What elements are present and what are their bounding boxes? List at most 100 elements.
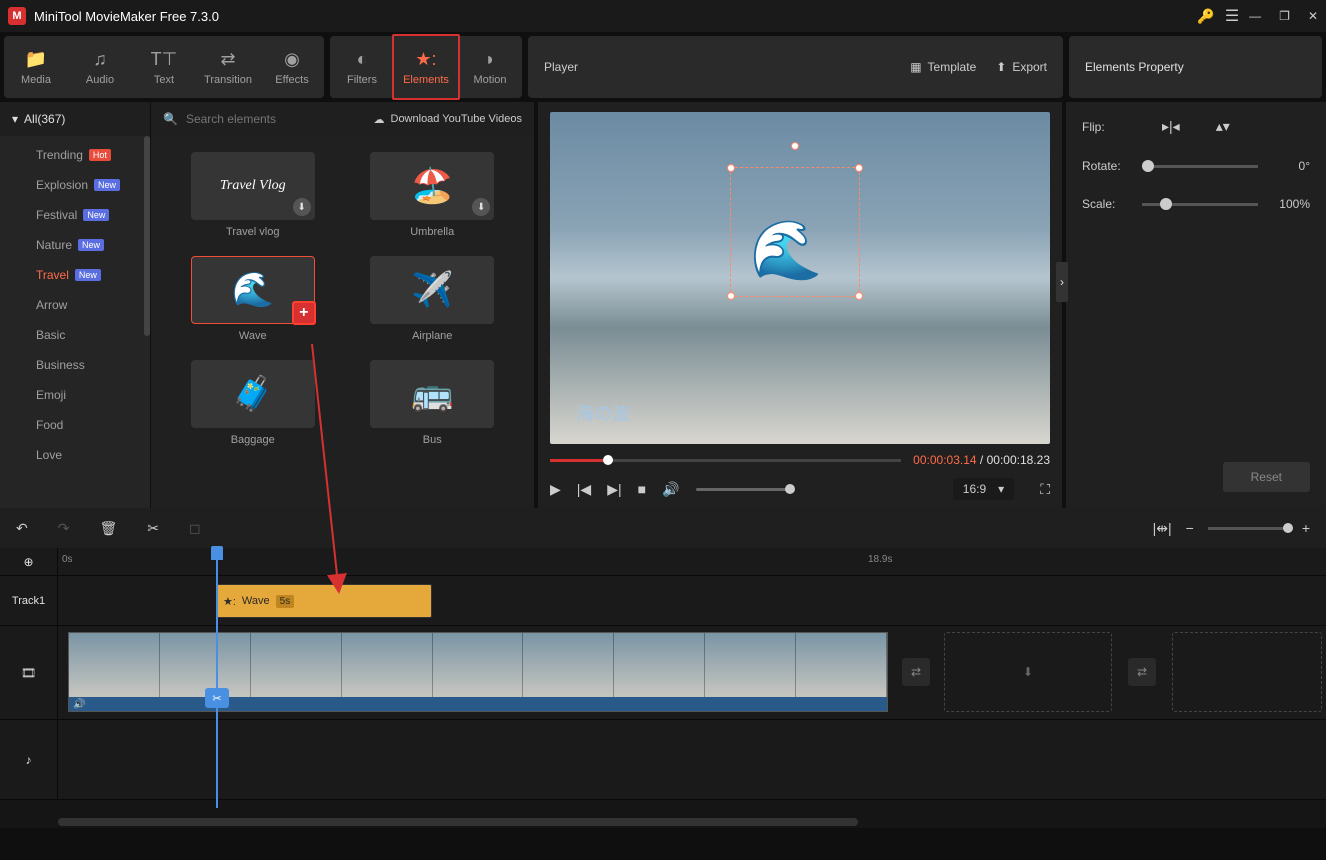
element-card-bus[interactable]: 🚌Bus [361, 360, 505, 446]
badge-hot: Hot [89, 149, 111, 161]
playhead-cut-button[interactable]: ✂ [205, 688, 229, 708]
element-thumb[interactable]: ✈️ [370, 256, 494, 324]
drop-slot-2[interactable] [1172, 632, 1322, 712]
element-card-baggage[interactable]: 🧳 Baggage [181, 360, 325, 446]
video-track-icon: 🎞 [0, 626, 58, 719]
categories-all[interactable]: ▾All(367) [0, 102, 150, 136]
fullscreen-button[interactable]: ⛶ [1040, 481, 1050, 498]
element-thumb[interactable]: Travel Vlog⬇ [191, 152, 315, 220]
fit-timeline-button[interactable]: |⇹| [1153, 520, 1172, 537]
export-button[interactable]: ⬆Export [996, 60, 1047, 74]
video-clip[interactable]: 🔊 [68, 632, 888, 712]
element-clip-wave[interactable]: ★: Wave 5s [216, 584, 432, 618]
transition-slot-1[interactable]: ⇄ [902, 658, 930, 686]
timeline-ruler[interactable]: 0s 18.9s [58, 548, 1326, 575]
category-business[interactable]: Business [0, 350, 150, 380]
delete-button[interactable]: 🗑 [99, 520, 117, 537]
badge-new: New [78, 239, 104, 251]
next-frame-button[interactable]: ▶| [607, 481, 621, 498]
properties-panel: › Flip: ▸|◂ ▴▾ Rotate: 0° Scale: 100% Re… [1066, 102, 1326, 508]
tab-audio[interactable]: ♫Audio [68, 36, 132, 98]
handle-rotate[interactable] [791, 142, 799, 150]
timeline: ⊕ 0s 18.9s Track1 ★: Wave 5s 🎞 🔊 ⇄ ⬇ ⇄ [0, 548, 1326, 828]
close-icon[interactable]: ✕ [1308, 9, 1318, 23]
time-display: 00:00:03.14 / 00:00:18.23 [913, 453, 1050, 467]
preview-canvas[interactable]: 🌊 海の波 [550, 112, 1050, 444]
redo-button[interactable]: ↷ [58, 520, 70, 537]
music-icon: ♫ [93, 49, 107, 70]
split-button[interactable]: ✂ [147, 520, 159, 537]
flip-horizontal-button[interactable]: ▸|◂ [1162, 118, 1180, 135]
rotate-slider[interactable] [1142, 165, 1258, 168]
category-arrow[interactable]: Arrow [0, 290, 150, 320]
element-thumb[interactable]: 🧳 [191, 360, 315, 428]
flip-vertical-button[interactable]: ▴▾ [1216, 118, 1230, 135]
zoom-slider[interactable] [1208, 527, 1288, 530]
undo-button[interactable]: ↶ [16, 520, 28, 537]
category-festival[interactable]: FestivalNew [0, 200, 150, 230]
categories-scrollbar[interactable] [144, 136, 150, 336]
category-trending[interactable]: TrendingHot [0, 140, 150, 170]
hamburger-icon[interactable]: ☰ [1225, 6, 1239, 26]
handle-br[interactable] [855, 292, 863, 300]
key-icon[interactable]: 🔑 [1197, 8, 1214, 25]
category-food[interactable]: Food [0, 410, 150, 440]
secondary-tabs: ◐Filters ★:Elements ◗Motion [330, 36, 522, 98]
handle-bl[interactable] [727, 292, 735, 300]
category-basic[interactable]: Basic [0, 320, 150, 350]
tab-media[interactable]: 📁Media [4, 36, 68, 98]
crop-button[interactable]: ◻ [189, 520, 201, 537]
collapse-props-button[interactable]: › [1056, 262, 1068, 302]
element-thumb[interactable]: 🚌 [370, 360, 494, 428]
minimize-icon[interactable]: — [1249, 9, 1261, 23]
element-label: Baggage [231, 434, 275, 446]
volume-slider[interactable] [696, 488, 790, 491]
tab-elements[interactable]: ★:Elements [394, 36, 458, 98]
tab-filters[interactable]: ◐Filters [330, 36, 394, 98]
play-button[interactable]: ▶ [550, 481, 561, 498]
reset-button[interactable]: Reset [1223, 462, 1310, 492]
zoom-out-button[interactable]: − [1186, 520, 1194, 536]
tab-text[interactable]: T⊤Text [132, 36, 196, 98]
add-element-button[interactable]: + [292, 301, 316, 325]
scale-slider[interactable] [1142, 203, 1258, 206]
add-track-button[interactable]: ⊕ [0, 548, 58, 575]
element-card-travel-vlog[interactable]: Travel Vlog⬇Travel vlog [181, 152, 325, 238]
template-button[interactable]: ▦Template [910, 60, 976, 74]
element-thumb[interactable]: 🏖️⬇ [370, 152, 494, 220]
prev-frame-button[interactable]: |◀ [577, 481, 591, 498]
stop-button[interactable]: ■ [638, 481, 646, 497]
player-header: Player ▦Template ⬆Export [528, 36, 1063, 98]
seek-bar[interactable]: 00:00:03.14 / 00:00:18.23 [550, 450, 1050, 470]
element-card-wave[interactable]: 🌊+Wave [181, 256, 325, 342]
handle-tl[interactable] [727, 164, 735, 172]
element-card-umbrella[interactable]: 🏖️⬇Umbrella [361, 152, 505, 238]
volume-icon[interactable]: 🔊 [662, 481, 679, 498]
selection-box[interactable] [730, 167, 860, 297]
playhead[interactable]: ✂ [216, 548, 218, 808]
tab-motion[interactable]: ◗Motion [458, 36, 522, 98]
category-explosion[interactable]: ExplosionNew [0, 170, 150, 200]
category-love[interactable]: Love [0, 440, 150, 470]
tab-effects[interactable]: ◉Effects [260, 36, 324, 98]
search-input[interactable] [186, 112, 366, 126]
timeline-hscrollbar[interactable] [58, 818, 858, 826]
element-card-airplane[interactable]: ✈️Airplane [361, 256, 505, 342]
element-thumb[interactable]: 🌊+ [191, 256, 315, 324]
download-youtube-button[interactable]: ☁Download YouTube Videos [374, 113, 523, 126]
maximize-icon[interactable]: ❐ [1279, 9, 1290, 23]
rotate-label: Rotate: [1082, 159, 1130, 173]
download-icon[interactable]: ⬇ [293, 198, 311, 216]
handle-tr[interactable] [855, 164, 863, 172]
app-logo: M [8, 7, 26, 25]
download-icon[interactable]: ⬇ [472, 198, 490, 216]
category-emoji[interactable]: Emoji [0, 380, 150, 410]
category-travel[interactable]: TravelNew [0, 260, 150, 290]
category-nature[interactable]: NatureNew [0, 230, 150, 260]
drop-slot-1[interactable]: ⬇ [944, 632, 1112, 712]
tab-transition[interactable]: ⇄Transition [196, 36, 260, 98]
zoom-in-button[interactable]: + [1302, 520, 1310, 536]
app-title: MiniTool MovieMaker Free 7.3.0 [34, 9, 1197, 24]
transition-slot-2[interactable]: ⇄ [1128, 658, 1156, 686]
aspect-dropdown[interactable]: 16:9▾ [953, 478, 1014, 500]
